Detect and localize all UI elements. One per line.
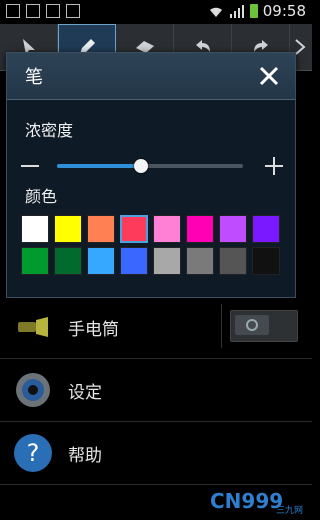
watermark-logo: CN999 三九网 — [210, 489, 303, 516]
color-swatch[interactable] — [219, 215, 247, 243]
color-swatch[interactable] — [87, 215, 115, 243]
color-swatch[interactable] — [21, 247, 49, 275]
slider-track[interactable] — [57, 159, 243, 173]
color-swatch[interactable] — [153, 215, 181, 243]
svg-text:CN999: CN999 — [210, 489, 283, 513]
color-swatch[interactable] — [54, 215, 82, 243]
slider-thumb[interactable] — [133, 159, 148, 173]
list-item-label: 帮助 — [68, 445, 102, 466]
color-label: 颜色 — [25, 187, 58, 206]
opacity-slider[interactable] — [21, 153, 283, 181]
color-swatch[interactable] — [252, 247, 280, 275]
dialog-header: 笔 — [7, 53, 295, 100]
svg-text:?: ? — [27, 439, 40, 467]
status-bar: 09:58 — [0, 0, 312, 24]
wifi-icon — [209, 7, 222, 18]
signal-icon — [229, 5, 244, 18]
dialog-title: 笔 — [25, 67, 43, 88]
color-swatch[interactable] — [219, 247, 247, 275]
list-item-settings[interactable]: 设定 — [0, 359, 312, 422]
color-palette — [21, 215, 281, 275]
image-icon — [46, 4, 60, 18]
list-item-label: 设定 — [68, 382, 102, 403]
list-item-help[interactable]: ? 帮助 — [0, 422, 312, 485]
close-icon[interactable] — [257, 64, 281, 88]
minus-icon[interactable] — [21, 165, 39, 167]
color-swatch[interactable] — [186, 215, 214, 243]
color-swatch[interactable] — [153, 247, 181, 275]
color-swatch[interactable] — [120, 247, 148, 275]
opacity-label: 浓密度 — [25, 121, 74, 140]
keyboard-icon — [26, 4, 40, 18]
status-notification-icons — [6, 4, 80, 18]
status-time: 09:58 — [262, 2, 306, 20]
color-swatch[interactable] — [54, 247, 82, 275]
download-complete-icon — [66, 4, 80, 18]
menu-list: 手电筒 设定 ? 帮助 — [0, 296, 312, 485]
flashlight-toggle[interactable] — [230, 310, 298, 342]
sim-icon — [6, 4, 20, 18]
toggle-knob — [235, 315, 269, 335]
settings-gear-icon — [10, 367, 56, 413]
flashlight-icon — [10, 304, 56, 350]
color-swatch[interactable] — [252, 215, 280, 243]
list-item-label: 手电筒 — [68, 319, 119, 340]
color-swatch[interactable] — [120, 215, 148, 243]
color-swatch[interactable] — [21, 215, 49, 243]
color-swatch[interactable] — [87, 247, 115, 275]
pen-settings-dialog: 笔 浓密度 颜色 — [6, 52, 296, 298]
help-icon: ? — [10, 430, 56, 476]
divider — [221, 304, 222, 348]
battery-icon — [249, 4, 258, 18]
svg-text:三九网: 三九网 — [276, 505, 303, 516]
slider-fill — [57, 164, 141, 168]
color-swatch[interactable] — [186, 247, 214, 275]
list-item-flashlight[interactable]: 手电筒 — [0, 296, 312, 359]
